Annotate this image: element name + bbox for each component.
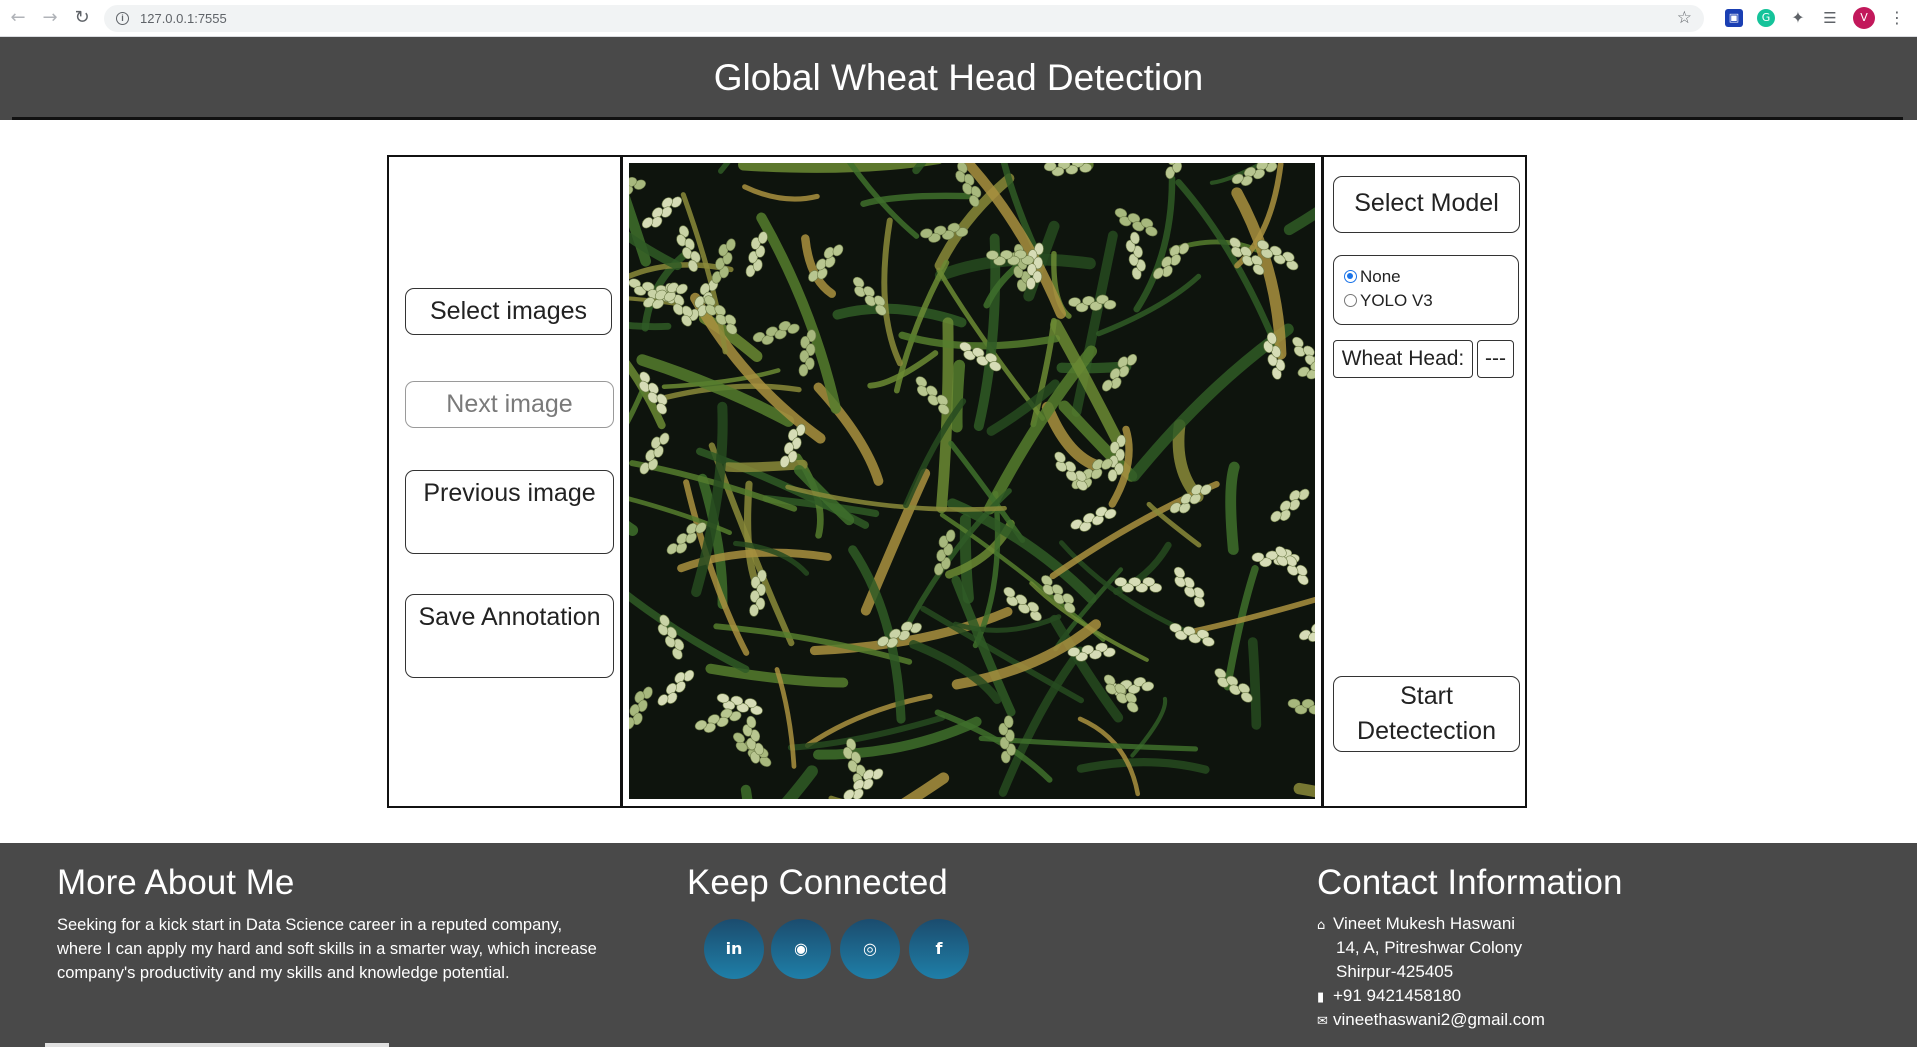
detection-workspace: Select images Next image Previous image …: [387, 155, 1527, 808]
contact-email: ✉ vineethaswani2@gmail.com: [1317, 1008, 1545, 1034]
contact-heading: Contact Information: [1317, 863, 1623, 902]
browser-toolbar: ← → ↻ i 127.0.0.1:7555 ☆ ▣ G ✦ ☰ V ⋮: [0, 0, 1917, 37]
forward-icon[interactable]: →: [40, 8, 60, 28]
profile-avatar[interactable]: V: [1853, 7, 1875, 29]
page-title: Global Wheat Head Detection: [713, 57, 1204, 98]
phone-icon: ▮: [1317, 990, 1325, 1005]
home-icon: ⌂: [1317, 918, 1326, 933]
model-controls-panel: Select Model None YOLO V3 Wheat Head: --…: [1324, 157, 1525, 806]
select-images-button[interactable]: Select images: [405, 288, 612, 335]
radio-none-input[interactable]: [1344, 270, 1357, 283]
instagram-icon[interactable]: ◎: [840, 919, 900, 979]
contact-email-text[interactable]: vineethaswani2@gmail.com: [1333, 1010, 1545, 1029]
back-icon[interactable]: ←: [8, 8, 28, 28]
previous-image-button[interactable]: Previous image: [405, 470, 614, 554]
linkedin-icon[interactable]: in: [704, 919, 764, 979]
site-header: Global Wheat Head Detection: [0, 37, 1917, 120]
save-annotation-button[interactable]: Save Annotation: [405, 594, 614, 678]
image-controls-panel: Select images Next image Previous image …: [389, 157, 620, 806]
radio-option-none[interactable]: None: [1344, 267, 1401, 287]
contact-address-2: Shirpur-425405: [1336, 962, 1454, 981]
image-canvas-panel: [620, 157, 1324, 806]
radio-none-label: None: [1360, 267, 1401, 286]
extension-screen-icon[interactable]: ▣: [1725, 9, 1743, 27]
select-model-button[interactable]: Select Model: [1333, 176, 1520, 233]
email-icon: ✉: [1317, 1014, 1328, 1029]
header-divider: [12, 117, 1903, 120]
contact-phone-text: +91 9421458180: [1333, 986, 1462, 1005]
address-bar[interactable]: i 127.0.0.1:7555 ☆: [104, 5, 1704, 32]
contact-address-1: 14, A, Pitreshwar Colony: [1336, 938, 1523, 957]
contact-name: ⌂ Vineet Mukesh Haswani: [1317, 912, 1515, 938]
reload-icon[interactable]: ↻: [72, 8, 92, 28]
site-footer: More About Me Seeking for a kick start i…: [0, 843, 1917, 1047]
about-heading: More About Me: [57, 863, 295, 902]
model-radio-group: None YOLO V3: [1333, 255, 1519, 325]
url-text[interactable]: 127.0.0.1:7555: [140, 11, 227, 26]
wheat-field-picture: [629, 163, 1315, 799]
facebook-icon[interactable]: f: [909, 919, 969, 979]
extensions-puzzle-icon[interactable]: ✦: [1789, 9, 1807, 27]
contact-name-text: Vineet Mukesh Haswani: [1333, 914, 1516, 933]
connected-heading: Keep Connected: [687, 863, 948, 902]
start-detection-button[interactable]: Start Detectection: [1333, 676, 1520, 752]
next-image-button[interactable]: Next image: [405, 381, 614, 428]
radio-yolo-input[interactable]: [1344, 294, 1357, 307]
footer-scroll-indicator: [45, 1043, 389, 1047]
contact-phone: ▮ +91 9421458180: [1317, 984, 1461, 1010]
wheat-head-count-value: ---: [1477, 340, 1514, 378]
radio-yolo-label: YOLO V3: [1360, 291, 1433, 310]
grammarly-extension-icon[interactable]: G: [1757, 9, 1775, 27]
browser-menu-icon[interactable]: ⋮: [1888, 9, 1906, 27]
wheat-field-image[interactable]: [629, 163, 1315, 799]
reading-list-icon[interactable]: ☰: [1821, 9, 1839, 27]
wheat-head-count-label: Wheat Head:: [1333, 340, 1473, 378]
bookmark-star-icon[interactable]: ☆: [1677, 8, 1692, 28]
about-text: Seeking for a kick start in Data Science…: [57, 916, 597, 982]
radio-option-yolo[interactable]: YOLO V3: [1344, 291, 1433, 311]
github-icon[interactable]: ◉: [771, 919, 831, 979]
site-info-icon[interactable]: i: [116, 12, 129, 25]
